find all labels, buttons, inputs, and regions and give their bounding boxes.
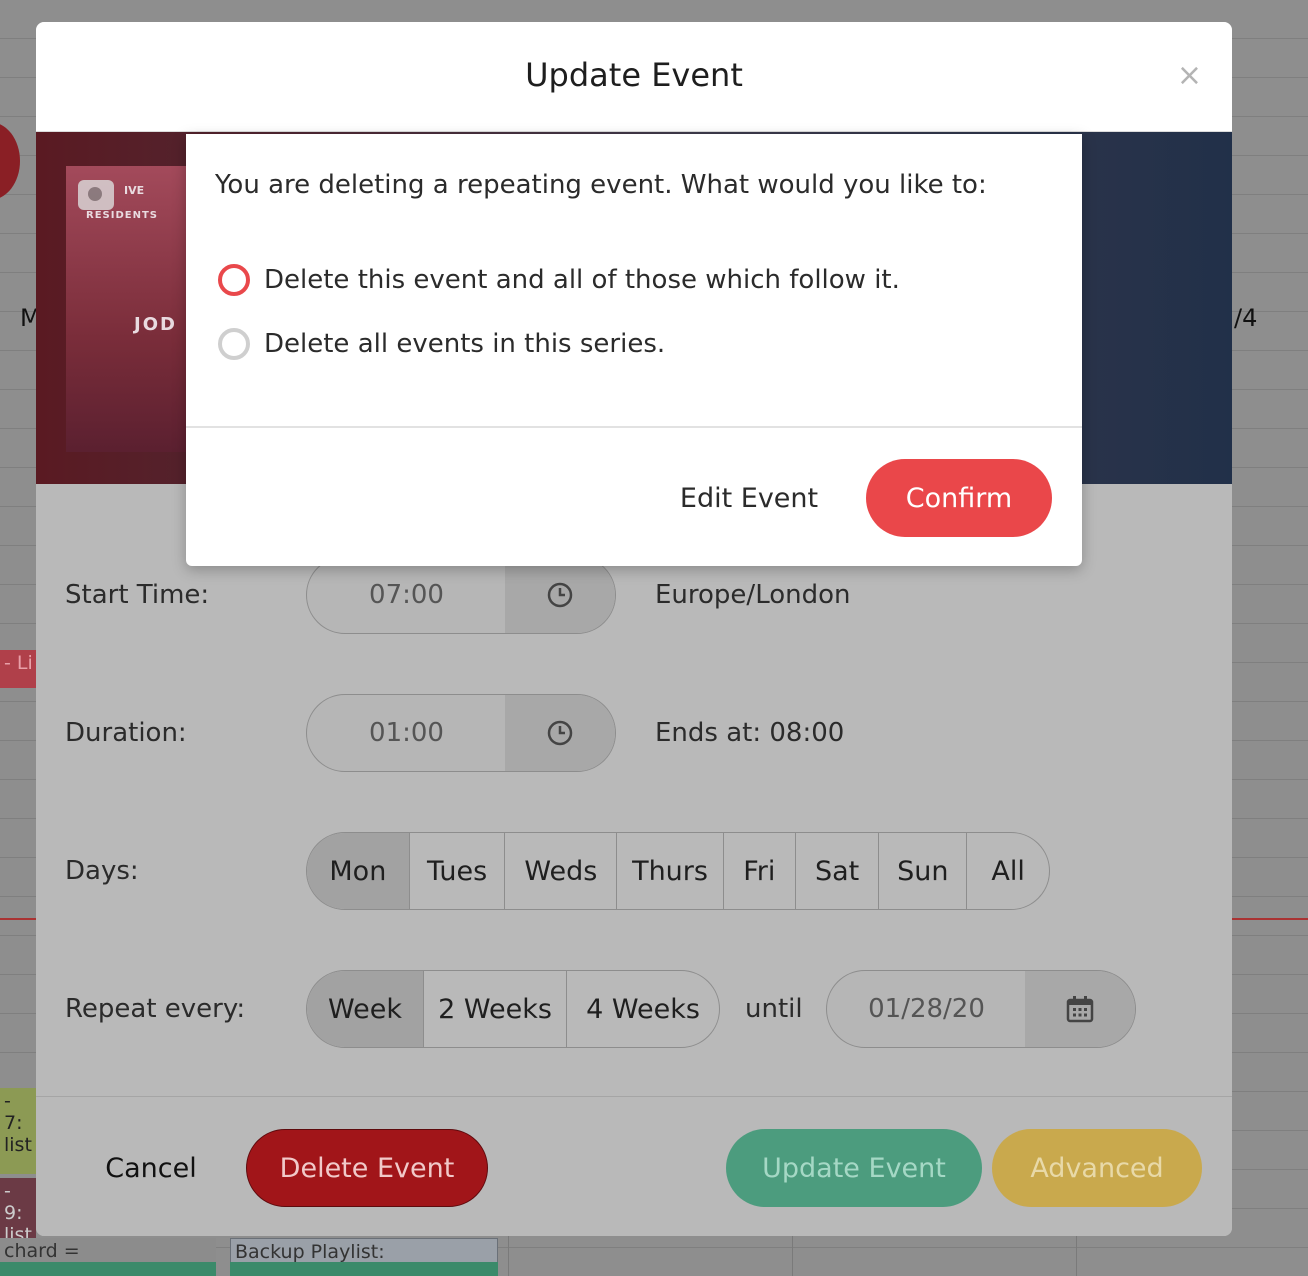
day-option-mon[interactable]: Mon — [307, 833, 410, 909]
cancel-button[interactable]: Cancel — [86, 1129, 216, 1207]
duration-label: Duration: — [65, 718, 187, 748]
days-selector: Mon Tues Weds Thurs Fri Sat Sun All — [306, 832, 1050, 910]
timezone-label: Europe/London — [655, 580, 851, 610]
start-time-input[interactable]: 07:00 — [307, 557, 507, 633]
repeat-option-4-weeks[interactable]: 4 Weeks — [567, 971, 719, 1047]
calendar-event[interactable] — [230, 1262, 498, 1276]
delete-series-option[interactable]: Delete all events in this series. — [218, 328, 665, 360]
delete-event-button[interactable]: Delete Event — [246, 1129, 488, 1207]
calendar-event[interactable]: - 7: list — [0, 1088, 36, 1174]
poster-text: IVE — [124, 184, 145, 197]
calendar-event-time: - 7: — [4, 1090, 23, 1134]
repeat-option-week[interactable]: Week — [307, 971, 424, 1047]
calendar-grid-line — [1076, 1236, 1077, 1276]
ends-at-label: Ends at: 08:00 — [655, 718, 845, 748]
duration-input[interactable]: 01:00 — [307, 695, 507, 771]
clock-icon[interactable] — [505, 695, 615, 771]
modal-footer: Cancel Delete Event Update Event Advance… — [36, 1096, 1232, 1236]
calendar-event[interactable]: chard = — [0, 1238, 216, 1264]
day-option-sun[interactable]: Sun — [879, 833, 968, 909]
poster-text: RESIDENTS — [86, 210, 158, 221]
repeat-label: Repeat every: — [65, 994, 246, 1024]
calendar-event[interactable] — [0, 1262, 216, 1276]
calendar-icon[interactable] — [1025, 971, 1135, 1047]
delete-following-option[interactable]: Delete this event and all of those which… — [218, 264, 900, 296]
repeat-selector: Week 2 Weeks 4 Weeks — [306, 970, 720, 1048]
radio-label: Delete all events in this series. — [264, 329, 666, 359]
until-date-field[interactable]: 01/28/20 — [826, 970, 1136, 1048]
calendar-event[interactable]: Backup Playlist: — [230, 1238, 498, 1264]
calendar-event[interactable]: - Li — [0, 650, 36, 688]
avatar — [0, 122, 20, 200]
dialog-message: You are deleting a repeating event. What… — [215, 170, 987, 200]
clock-icon[interactable] — [505, 557, 615, 633]
calendar-event-label: list — [4, 1134, 32, 1156]
calendar-grid-line — [792, 1236, 793, 1276]
calendar-grid-line — [508, 1236, 509, 1276]
day-option-fri[interactable]: Fri — [724, 833, 796, 909]
dialog-divider — [186, 426, 1082, 428]
calendar-event-time: - 9: — [4, 1180, 23, 1224]
duration-field[interactable]: 01:00 — [306, 694, 616, 772]
until-label: until — [745, 994, 803, 1024]
modal-title: Update Event — [525, 56, 743, 94]
days-label: Days: — [65, 856, 139, 886]
event-form: Start Time: 07:00 Europe/London Duration… — [36, 484, 1232, 1096]
update-event-button[interactable]: Update Event — [726, 1129, 982, 1207]
start-time-field[interactable]: 07:00 — [306, 556, 616, 634]
day-option-sat[interactable]: Sat — [796, 833, 880, 909]
day-option-weds[interactable]: Weds — [505, 833, 618, 909]
calendar-day-letter: /4 — [1234, 304, 1258, 332]
playlist-cover-image: IVE RESIDENTS JOD — [66, 166, 188, 452]
start-time-label: Start Time: — [65, 580, 210, 610]
camera-icon[interactable] — [78, 180, 114, 210]
day-option-thurs[interactable]: Thurs — [617, 833, 724, 909]
delete-repeating-event-dialog: You are deleting a repeating event. What… — [186, 134, 1082, 566]
modal-header: Update Event × — [36, 22, 1232, 132]
until-date-input[interactable]: 01/28/20 — [827, 971, 1027, 1047]
radio-button[interactable] — [218, 328, 250, 360]
close-icon[interactable]: × — [1177, 58, 1202, 93]
confirm-button[interactable]: Confirm — [866, 459, 1052, 537]
edit-event-button[interactable]: Edit Event — [664, 460, 834, 536]
calendar-event[interactable]: - 9: list — [0, 1178, 36, 1240]
radio-label: Delete this event and all of those which… — [264, 265, 900, 295]
day-option-all[interactable]: All — [967, 833, 1049, 909]
day-option-tues[interactable]: Tues — [410, 833, 506, 909]
radio-button-checked[interactable] — [218, 264, 250, 296]
poster-text: JOD — [134, 314, 177, 335]
advanced-button[interactable]: Advanced — [992, 1129, 1202, 1207]
repeat-option-2-weeks[interactable]: 2 Weeks — [424, 971, 567, 1047]
